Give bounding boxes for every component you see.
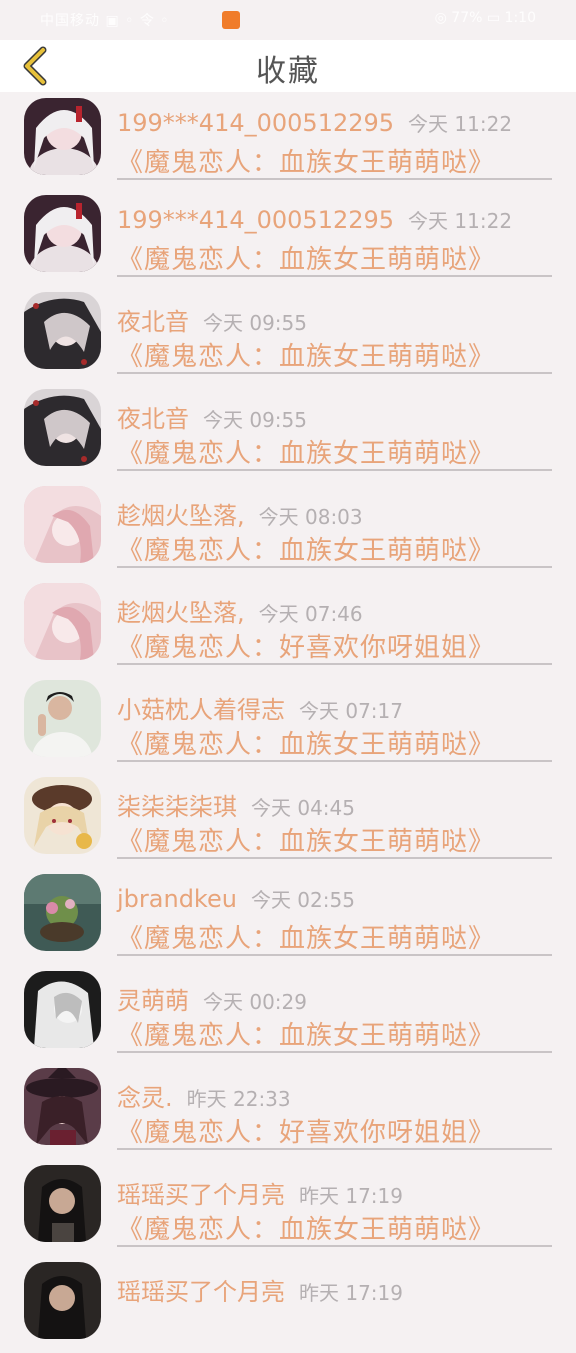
favorite-title[interactable]: 《魔鬼恋人：血族女王萌萌哒》 — [117, 239, 495, 276]
timestamp: 今天 07:46 — [258, 602, 363, 626]
user-name: 趁烟火坠落, — [117, 502, 245, 530]
user-name: 小菇枕人着得志 — [117, 696, 285, 724]
avatar[interactable] — [24, 874, 101, 951]
list-item[interactable]: 趁烟火坠落, 今天 07:46 《魔鬼恋人：好喜欢你呀姐姐》 — [0, 577, 576, 674]
divider — [117, 275, 552, 277]
list-item[interactable]: 199***414_000512295 今天 11:22 《魔鬼恋人：血族女王萌萌… — [0, 92, 576, 189]
user-name: 念灵. — [117, 1084, 173, 1112]
user-name: 夜北音 — [117, 308, 189, 336]
favorite-title[interactable]: 《魔鬼恋人：血族女王萌萌哒》 — [117, 336, 495, 373]
favorite-title[interactable]: 《魔鬼恋人：血族女王萌萌哒》 — [117, 1209, 495, 1246]
divider — [117, 663, 552, 665]
list-item[interactable]: 瑶瑶买了个月亮 昨天 17:19 《魔鬼恋人：血族女王萌萌哒》 — [0, 1159, 576, 1256]
avatar[interactable] — [24, 486, 101, 563]
list-item[interactable]: 夜北音 今天 09:55 《魔鬼恋人：血族女王萌萌哒》 — [0, 383, 576, 480]
header: 收藏 — [0, 40, 576, 92]
status-right: ◎ 77% ▭ 1:10 — [434, 10, 536, 26]
divider — [117, 954, 552, 956]
favorite-title[interactable]: 《魔鬼恋人：血族女王萌萌哒》 — [117, 433, 495, 470]
list-item[interactable]: 柒柒柒柒琪 今天 04:45 《魔鬼恋人：血族女王萌萌哒》 — [0, 771, 576, 868]
user-name: 199***414_000512295 — [117, 206, 395, 234]
avatar[interactable] — [24, 1262, 101, 1339]
avatar[interactable] — [24, 292, 101, 369]
list-item[interactable]: 灵萌萌 今天 00:29 《魔鬼恋人：血族女王萌萌哒》 — [0, 965, 576, 1062]
notification-app-icon — [222, 11, 240, 29]
timestamp: 昨天 17:19 — [299, 1281, 403, 1305]
divider — [117, 566, 552, 568]
divider — [117, 1051, 552, 1053]
favorite-title[interactable]: 《魔鬼恋人：血族女王萌萌哒》 — [117, 142, 495, 179]
user-name: 夜北音 — [117, 405, 189, 433]
favorite-title[interactable]: 《魔鬼恋人：血族女王萌萌哒》 — [117, 821, 495, 858]
status-left: 中国移动 ▣ ◦ 令 ◦ — [40, 13, 170, 29]
timestamp: 今天 07:17 — [299, 699, 403, 723]
divider — [117, 178, 552, 180]
favorite-title[interactable]: 《魔鬼恋人：血族女王萌萌哒》 — [117, 918, 495, 955]
timestamp: 今天 00:29 — [203, 990, 307, 1014]
favorite-title[interactable]: 《魔鬼恋人：血族女王萌萌哒》 — [117, 724, 495, 761]
timestamp: 今天 09:55 — [203, 408, 307, 432]
list-item[interactable]: 趁烟火坠落, 今天 08:03 《魔鬼恋人：血族女王萌萌哒》 — [0, 480, 576, 577]
favorite-title[interactable]: 《魔鬼恋人：血族女王萌萌哒》 — [117, 530, 495, 567]
avatar[interactable] — [24, 98, 101, 175]
list-item[interactable]: jbrandkeu 今天 02:55 《魔鬼恋人：血族女王萌萌哒》 — [0, 868, 576, 965]
user-name: 199***414_000512295 — [117, 109, 395, 137]
page-title: 收藏 — [256, 54, 320, 89]
timestamp: 今天 11:22 — [408, 112, 513, 136]
favorites-list: 199***414_000512295 今天 11:22 《魔鬼恋人：血族女王萌萌… — [0, 92, 576, 1353]
divider — [117, 1245, 552, 1247]
timestamp: 今天 02:55 — [250, 888, 355, 912]
favorite-title[interactable]: 《魔鬼恋人：好喜欢你呀姐姐》 — [117, 627, 495, 664]
divider — [117, 760, 552, 762]
divider — [117, 857, 552, 859]
status-bar: 中国移动 ▣ ◦ 令 ◦ ◎ 77% ▭ 1:10 — [0, 0, 576, 40]
timestamp: 昨天 17:19 — [299, 1184, 403, 1208]
avatar[interactable] — [24, 195, 101, 272]
timestamp: 今天 11:22 — [408, 209, 513, 233]
user-name: 柒柒柒柒琪 — [117, 793, 237, 821]
divider — [117, 1148, 552, 1150]
user-name: jbrandkeu — [117, 885, 237, 913]
avatar[interactable] — [24, 1068, 101, 1145]
user-name: 趁烟火坠落, — [117, 599, 245, 627]
timestamp: 今天 09:55 — [203, 311, 307, 335]
favorite-title[interactable]: 《魔鬼恋人：血族女王萌萌哒》 — [117, 1015, 495, 1052]
list-item[interactable]: 199***414_000512295 今天 11:22 《魔鬼恋人：血族女王萌萌… — [0, 189, 576, 286]
list-item[interactable]: 念灵. 昨天 22:33 《魔鬼恋人：好喜欢你呀姐姐》 — [0, 1062, 576, 1159]
avatar[interactable] — [24, 680, 101, 757]
avatar[interactable] — [24, 1165, 101, 1242]
user-name: 瑶瑶买了个月亮 — [117, 1278, 285, 1306]
divider — [117, 469, 552, 471]
timestamp: 今天 04:45 — [251, 796, 355, 820]
timestamp: 昨天 22:33 — [186, 1087, 291, 1111]
user-name: 灵萌萌 — [117, 987, 189, 1015]
divider — [117, 372, 552, 374]
avatar[interactable] — [24, 389, 101, 466]
favorite-title[interactable]: 《魔鬼恋人：好喜欢你呀姐姐》 — [117, 1112, 495, 1149]
avatar[interactable] — [24, 971, 101, 1048]
user-name: 瑶瑶买了个月亮 — [117, 1181, 285, 1209]
list-item[interactable]: 瑶瑶买了个月亮 昨天 17:19 — [0, 1256, 576, 1353]
avatar[interactable] — [24, 777, 101, 854]
avatar[interactable] — [24, 583, 101, 660]
list-item[interactable]: 夜北音 今天 09:55 《魔鬼恋人：血族女王萌萌哒》 — [0, 286, 576, 383]
list-item[interactable]: 小菇枕人着得志 今天 07:17 《魔鬼恋人：血族女王萌萌哒》 — [0, 674, 576, 771]
timestamp: 今天 08:03 — [258, 505, 363, 529]
